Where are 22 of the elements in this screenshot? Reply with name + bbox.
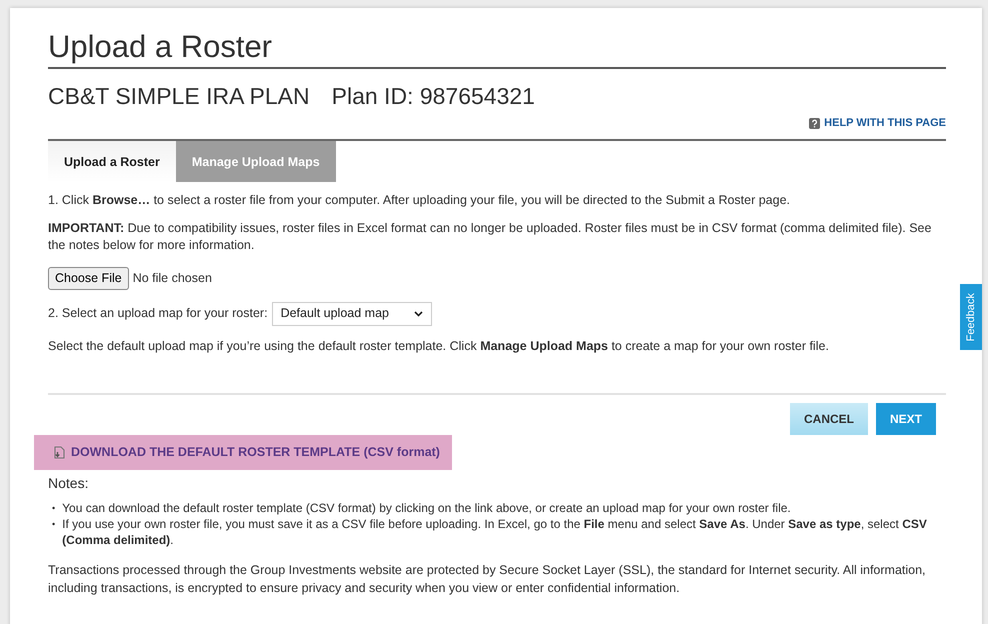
- instruction-text: 1. Click Browse… to select a roster file from your computer. After uploading your file, you will be directed to the Submit a Roster page.: [48, 192, 792, 210]
- plan-id: Plan ID: 987654321: [332, 83, 535, 111]
- upload-map-select[interactable]: Default upload map: [272, 302, 432, 326]
- map-hint-text: Select the default upload map if you’re using the default roster template. Click Manage Upload Maps to create a map for your own roster file.: [48, 338, 830, 355]
- download-template-link[interactable]: DOWNLOAD THE DEFAULT ROSTER TEMPLATE (CSV format): [34, 435, 452, 470]
- help-icon: [809, 118, 820, 129]
- bullet: •: [52, 518, 56, 531]
- security-note: Transactions processed through the Group Investments website are protected by Secure Socket Layer (SSL), the standard for Internet security. All information, including transactions, is encrypted to ensure privacy and security when you view or enter confidential information.: [48, 562, 927, 597]
- file-download-icon: [54, 446, 65, 459]
- plan-name: CB&T SIMPLE IRA PLAN: [48, 83, 310, 111]
- choose-file-button[interactable]: Choose File: [48, 266, 129, 290]
- notes-heading: Notes:: [48, 474, 90, 493]
- chevron-down-icon: [414, 310, 423, 317]
- help-link[interactable]: HELP WITH THIS PAGE: [809, 114, 946, 132]
- bullet: •: [52, 502, 56, 515]
- note-item: You can download the default roster template (CSV format) by clicking on the link above, or create an upload map for your own roster file.: [62, 500, 791, 516]
- upload-map-label: 2. Select an upload map for your roster:: [48, 305, 268, 322]
- cancel-button[interactable]: CANCEL: [790, 403, 868, 436]
- file-status: No file chosen: [132, 270, 212, 287]
- important-notice: IMPORTANT: Due to compatibility issues, roster files in Excel format can no longer be uploaded. Roster files must be in CSV format (comma delimited file). See the notes below for more information.: [48, 220, 932, 254]
- note-item: If you use your own roster file, you must save it as a CSV file before uploading. In Excel, go to the File menu and select Save As. Under Save as type, select CSV (Comma delimited).: [62, 516, 928, 548]
- page-title: Upload a Roster: [48, 28, 946, 70]
